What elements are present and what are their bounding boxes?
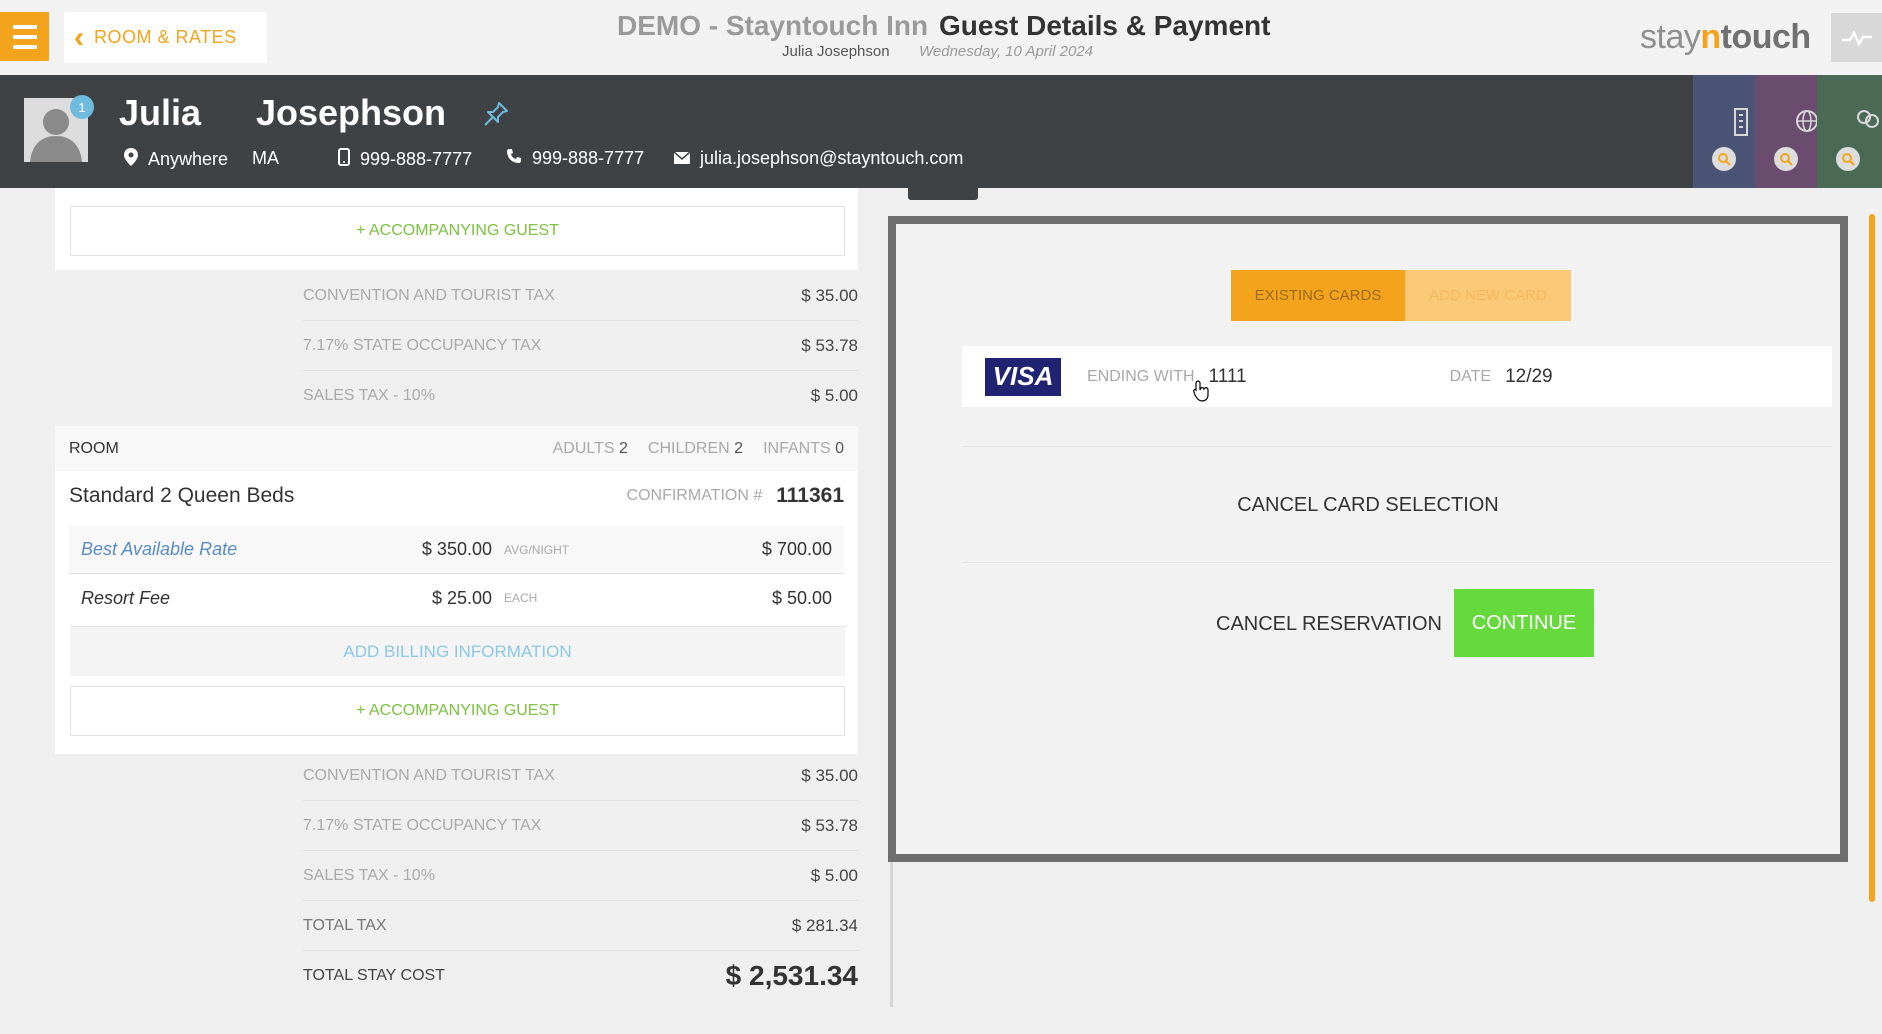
divider [962,446,1832,447]
guest-city: Anywhere [148,149,229,169]
top-header: ‹‹ ROOM & RATES DEMO - Stayntouch Inn Gu… [0,0,1882,75]
guest-mobile: 999-888-7777 [338,148,472,171]
stayntouch-logo: stayntouch [1640,18,1811,56]
continue-button[interactable]: CONTINUE [1454,589,1594,657]
guest-email: julia.josephson@stayntouch.com [673,148,964,169]
visa-logo-icon: VISA [985,357,1061,396]
globe-search-tab[interactable] [1755,75,1819,188]
guest-last-name: Josephson [256,92,447,133]
tax-row: CONVENTION AND TOURIST TAX $ 35.00 [303,271,858,321]
group-icon [1855,109,1881,136]
building-search-tab[interactable] [1693,75,1755,188]
tax-row: SALES TAX - 10% $ 5.00 [303,851,858,901]
room-type-row: Standard 2 Queen Beds CONFIRMATION # 111… [55,471,858,521]
notification-badge: 1 [70,95,94,119]
add-accompanying-guest-button[interactable]: + ACCOMPANYING GUEST [70,206,845,256]
rate-name-link[interactable]: Best Available Rate [69,539,417,560]
cancel-reservation-button[interactable]: CANCEL RESERVATION [1216,613,1442,636]
panel-tab-handle [908,188,978,200]
tax-row: 7.17% STATE OCCUPANCY TAX $ 53.78 [303,321,858,371]
saved-card-row[interactable]: VISA ENDING WITH 1111 DATE 12/29 [962,346,1832,407]
tax-row: CONVENTION AND TOURIST TAX $ 35.00 [303,751,858,801]
divider [962,562,1832,563]
room-type: Standard 2 Queen Beds [69,484,295,507]
card-ending-value: 1111 [1208,365,1247,387]
guest-mobile-number: 999-888-7777 [360,149,473,169]
add-billing-information-button[interactable]: ADD BILLING INFORMATION [70,626,845,676]
back-button-label: ROOM & RATES [94,27,237,47]
header-guest-name: Julia Josephson [782,43,890,60]
confirmation-number: 111361 [776,484,844,507]
envelope-icon [673,148,691,169]
payment-panel: EXISTING CARDS ADD NEW CARD VISA ENDING … [888,216,1848,862]
ending-label: ENDING WITH [1087,367,1195,385]
page-title: Guest Details & Payment [939,10,1271,41]
total-tax-row: TOTAL TAX $ 281.34 [303,901,858,951]
activity-log-icon[interactable] [1831,13,1882,62]
expiry-label: DATE [1449,367,1492,385]
back-to-room-rates-button[interactable]: ‹‹ ROOM & RATES [64,12,267,63]
phone-icon [506,148,522,169]
hamburger-menu-icon[interactable] [0,12,49,61]
group-search-tab[interactable] [1817,75,1882,188]
guest-first-name: Julia [119,92,202,133]
search-icon [1836,147,1860,171]
globe-icon [1795,109,1819,138]
reservation-summary[interactable]: + ACCOMPANYING GUEST CONVENTION AND TOUR… [0,188,905,1034]
confirmation-label: CONFIRMATION # [626,487,763,504]
total-stay-value: $ 2,531.34 [725,960,858,991]
guest-email-address: julia.josephson@stayntouch.com [700,148,964,168]
guest-phone: 999-888-7777 [506,148,644,169]
guest-phone-number: 999-888-7777 [532,148,645,168]
building-icon [1733,107,1749,142]
header-date: Wednesday, 10 April 2024 [919,43,1094,60]
room-label: ROOM [69,439,119,457]
search-icon [1712,147,1736,171]
rate-row: Best Available Rate $ 350.00 AVG/NIGHT $… [69,526,844,574]
mobile-phone-icon [338,148,350,171]
guest-state: MA [252,148,279,168]
tax-row: 7.17% STATE OCCUPANCY TAX $ 53.78 [303,801,858,851]
location-pin-icon [124,148,138,171]
tab-add-new-card[interactable]: ADD NEW CARD [1405,270,1571,321]
occupancy: ADULTS 2 CHILDREN 2 INFANTS 0 [552,439,844,457]
hotel-title: DEMO - Stayntouch Inn [617,10,929,41]
search-icon [1774,147,1798,171]
add-accompanying-guest-button[interactable]: + ACCOMPANYING GUEST [70,686,845,736]
cancel-card-selection-button[interactable]: CANCEL CARD SELECTION [896,494,1840,517]
tab-existing-cards[interactable]: EXISTING CARDS [1231,270,1405,321]
card-tabs: EXISTING CARDS ADD NEW CARD [1231,270,1571,321]
pin-icon[interactable] [482,100,510,133]
tax-row: SALES TAX - 10% $ 5.00 [303,386,858,405]
guest-bar: 1 Julia Josephson Anywhere MA 999-888-77… [0,75,1882,188]
guest-location: Anywhere [124,148,228,171]
hand-cursor-icon [1193,380,1211,407]
card-expiry-value: 12/29 [1505,365,1553,387]
rate-row: Resort Fee $ 25.00 EACH $ 50.00 [81,587,832,608]
total-stay-row: TOTAL STAY COST $ 2,531.34 [303,960,858,991]
right-scrollbar[interactable] [1869,214,1875,902]
room-header: ROOM ADULTS 2 CHILDREN 2 INFANTS 0 [55,426,858,471]
